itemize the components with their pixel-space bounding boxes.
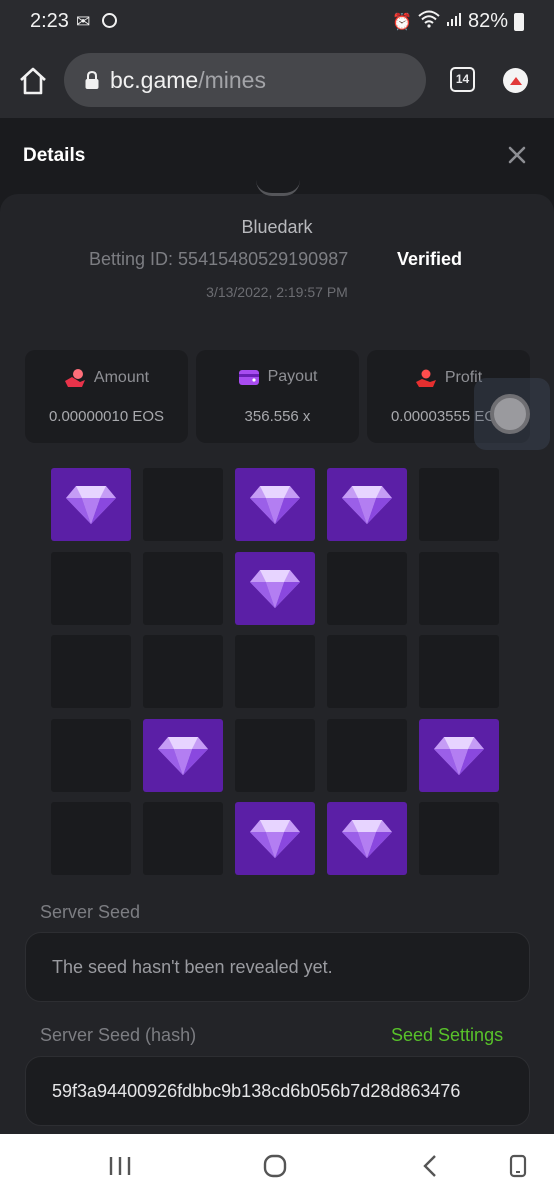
board-cell	[419, 802, 499, 875]
verified-link[interactable]: Verified	[397, 249, 462, 270]
board-cell-gem	[235, 802, 315, 875]
browser-toolbar: bc.game/mines 14	[0, 44, 554, 118]
board-cell	[327, 551, 407, 625]
board-cell	[51, 718, 131, 792]
board-cell	[419, 468, 499, 541]
back-button[interactable]	[419, 1154, 443, 1183]
amount-card: Amount 0.00000010 EOS	[25, 350, 188, 443]
diamond-icon	[250, 569, 300, 608]
board-cell-gem	[235, 468, 315, 541]
url-host: bc.game	[110, 66, 199, 93]
keyboard-toggle-button[interactable]	[506, 1154, 530, 1183]
board-cell	[143, 802, 223, 875]
board-cell	[143, 468, 223, 541]
diamond-icon	[342, 486, 392, 524]
board-cell-gem	[235, 551, 315, 625]
battery-icon	[514, 12, 524, 31]
system-navigation-bar	[0, 1134, 554, 1200]
diamond-icon	[250, 486, 300, 524]
details-title: Details	[23, 145, 86, 166]
diamond-icon	[158, 736, 208, 775]
board-cell	[419, 551, 499, 625]
tabs-button[interactable]: 14	[450, 67, 475, 92]
status-bar: 2:23 ✉ ⏰ 82%	[0, 0, 554, 44]
server-seed-value: The seed hasn't been revealed yet.	[52, 957, 333, 977]
notification-icon: ✉	[76, 12, 91, 31]
board-cell	[327, 718, 407, 792]
diamond-icon	[434, 736, 484, 775]
payout-card: Payout 356.556 x	[196, 350, 359, 443]
back-icon	[423, 1155, 436, 1177]
coin-hand-icon	[64, 369, 85, 387]
betting-id: Betting ID: 55415480529190987	[89, 249, 349, 269]
address-bar[interactable]: bc.game/mines	[64, 53, 426, 107]
board-cell-gem	[327, 802, 407, 875]
board-cell	[51, 802, 131, 875]
board-cell-gem	[143, 718, 223, 792]
lock-icon	[84, 70, 100, 90]
profit-hand-icon	[415, 369, 436, 387]
close-button[interactable]	[506, 144, 528, 166]
diamond-icon	[342, 820, 392, 858]
recent-apps-button[interactable]	[108, 1154, 132, 1183]
home-nav-button[interactable]	[263, 1154, 287, 1183]
payout-label: Payout	[267, 368, 318, 385]
server-seed-label: Server Seed	[40, 902, 141, 922]
amount-value: 0.00000010 EOS	[48, 408, 165, 425]
floating-knob-icon	[490, 394, 530, 434]
server-seed-hash-field[interactable]: 59f3a94400926fdbbc9b138cd6b056b7d28d8634…	[25, 1056, 530, 1126]
board-cell	[419, 635, 499, 708]
board-cell-gem	[327, 468, 407, 541]
home-icon	[20, 67, 46, 95]
board-cell	[51, 551, 131, 625]
phone-icon	[509, 1154, 527, 1178]
update-arrow-icon	[509, 76, 522, 85]
sync-icon	[102, 13, 117, 28]
server-seed-field: The seed hasn't been revealed yet.	[25, 932, 530, 1002]
board-cell-gem	[51, 468, 131, 541]
board-cell	[235, 718, 315, 792]
status-time: 2:23	[30, 10, 69, 32]
status-right: ⏰ 82%	[392, 10, 524, 33]
seed-settings-link[interactable]: Seed Settings	[391, 1025, 503, 1046]
url-text: bc.game/mines	[110, 67, 266, 94]
bet-datetime: 3/13/2022, 2:19:57 PM	[206, 284, 348, 300]
board-cell	[143, 551, 223, 625]
wifi-icon	[418, 10, 440, 33]
player-username: Bluedark	[241, 217, 313, 237]
floating-assistant-button[interactable]	[474, 378, 550, 450]
url-path: /mines	[198, 66, 266, 93]
home-circle-icon	[263, 1154, 287, 1178]
server-seed-hash-label: Server Seed (hash)	[40, 1025, 197, 1045]
board-cell	[51, 635, 131, 708]
home-button[interactable]	[18, 66, 48, 96]
alarm-icon: ⏰	[392, 13, 412, 31]
browser-menu-button[interactable]	[503, 68, 528, 93]
battery-percent: 82%	[467, 10, 508, 32]
board-cell	[235, 635, 315, 708]
board-cell-gem	[419, 718, 499, 792]
wallet-icon	[238, 370, 259, 385]
server-seed-hash-value: 59f3a94400926fdbbc9b138cd6b056b7d28d8634…	[52, 1081, 461, 1101]
signal-icon	[446, 10, 462, 33]
board-cell	[143, 635, 223, 708]
recent-apps-icon	[109, 1157, 131, 1175]
amount-label: Amount	[93, 369, 150, 386]
payout-value: 356.556 x	[244, 408, 311, 425]
diamond-icon	[66, 486, 116, 524]
board-cell	[327, 635, 407, 708]
close-icon	[508, 146, 526, 164]
diamond-icon	[250, 820, 300, 858]
mines-board	[51, 468, 501, 875]
